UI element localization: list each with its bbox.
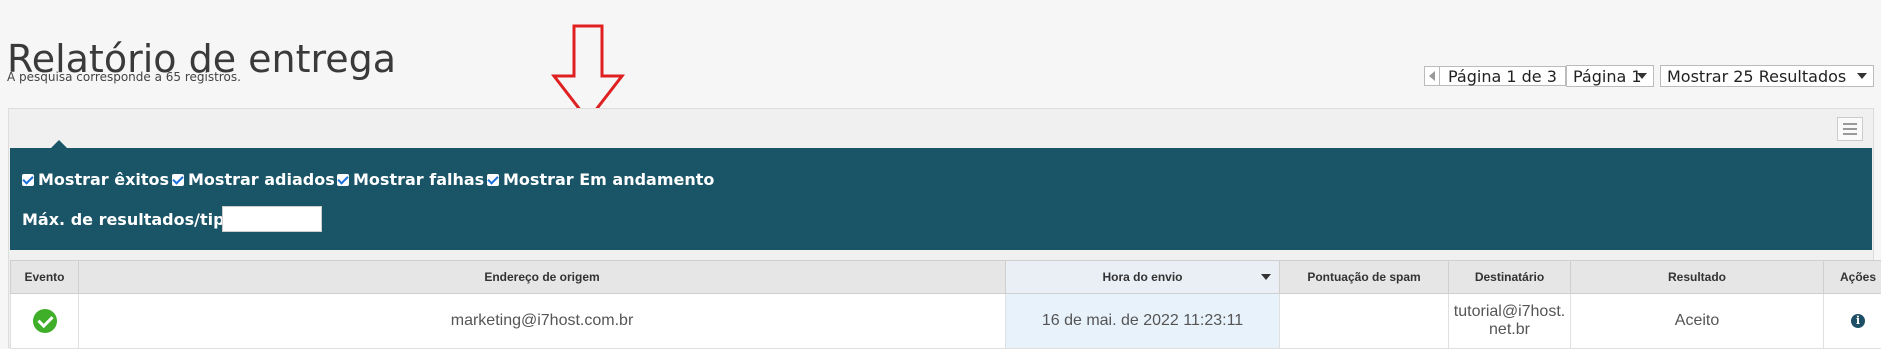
column-header-event[interactable]: Evento	[11, 261, 79, 294]
page-indicator: Página 1 de 3	[1440, 66, 1565, 86]
checkbox-checked-icon	[172, 174, 184, 186]
results-per-page-select[interactable]: Mostrar 25 Resultados	[1660, 65, 1874, 87]
pagination: Página 1 de 3	[1424, 65, 1581, 87]
chevron-left-icon	[1428, 71, 1436, 81]
recipient-cell: tutorial@i7host.net.br	[1449, 294, 1571, 349]
results-select-value: Mostrar 25 Resultados	[1667, 67, 1846, 86]
show-failures-label: Mostrar falhas	[353, 170, 484, 189]
max-results-input[interactable]	[222, 206, 322, 232]
sort-desc-icon	[1261, 274, 1271, 280]
show-deferred-checkbox[interactable]: Mostrar adiados	[172, 170, 335, 189]
column-header-actions: Ações	[1824, 261, 1881, 294]
show-success-label: Mostrar êxitos	[38, 170, 169, 189]
spam-score-cell	[1280, 294, 1449, 349]
page-select-value: Página 1	[1573, 67, 1642, 86]
checkbox-checked-icon	[22, 174, 34, 186]
show-deferred-label: Mostrar adiados	[188, 170, 335, 189]
prev-page-button[interactable]	[1424, 66, 1440, 86]
page-select[interactable]: Página 1	[1566, 65, 1654, 87]
column-header-result[interactable]: Resultado	[1571, 261, 1824, 294]
table-row[interactable]: marketing@i7host.com.br 16 de mai. de 20…	[11, 294, 1881, 349]
checkbox-checked-icon	[337, 174, 349, 186]
show-success-checkbox[interactable]: Mostrar êxitos	[22, 170, 169, 189]
info-icon[interactable]: i	[1851, 314, 1865, 328]
show-failures-checkbox[interactable]: Mostrar falhas	[337, 170, 484, 189]
table-header-row: Evento Endereço de origem Hora do envio …	[11, 261, 1881, 294]
delivery-table: Evento Endereço de origem Hora do envio …	[10, 260, 1881, 349]
chevron-down-icon	[1857, 73, 1867, 79]
filter-bar: Mostrar êxitos Mostrar adiados Mostrar f…	[10, 148, 1872, 250]
column-header-origin[interactable]: Endereço de origem	[79, 261, 1006, 294]
column-header-sent-time[interactable]: Hora do envio	[1006, 261, 1280, 294]
success-icon	[33, 309, 57, 333]
sent-time-cell: 16 de mai. de 2022 11:23:11	[1006, 294, 1280, 349]
event-cell	[11, 294, 79, 349]
show-in-progress-checkbox[interactable]: Mostrar Em andamento	[487, 170, 714, 189]
max-results-label: Máx. de resultados/tipo:	[22, 210, 242, 229]
sent-time-header-label: Hora do envio	[1102, 270, 1182, 284]
checkbox-checked-icon	[487, 174, 499, 186]
origin-cell: marketing@i7host.com.br	[79, 294, 1006, 349]
result-cell: Aceito	[1571, 294, 1824, 349]
column-options-icon[interactable]	[1837, 117, 1863, 141]
result-count: A pesquisa corresponde a 65 registros.	[7, 70, 241, 84]
chevron-down-icon	[1637, 73, 1647, 79]
column-header-recipient[interactable]: Destinatário	[1449, 261, 1571, 294]
column-header-spam-score[interactable]: Pontuação de spam	[1280, 261, 1449, 294]
show-in-progress-label: Mostrar Em andamento	[503, 170, 714, 189]
filter-pointer	[50, 140, 68, 149]
actions-cell: i	[1824, 294, 1881, 349]
